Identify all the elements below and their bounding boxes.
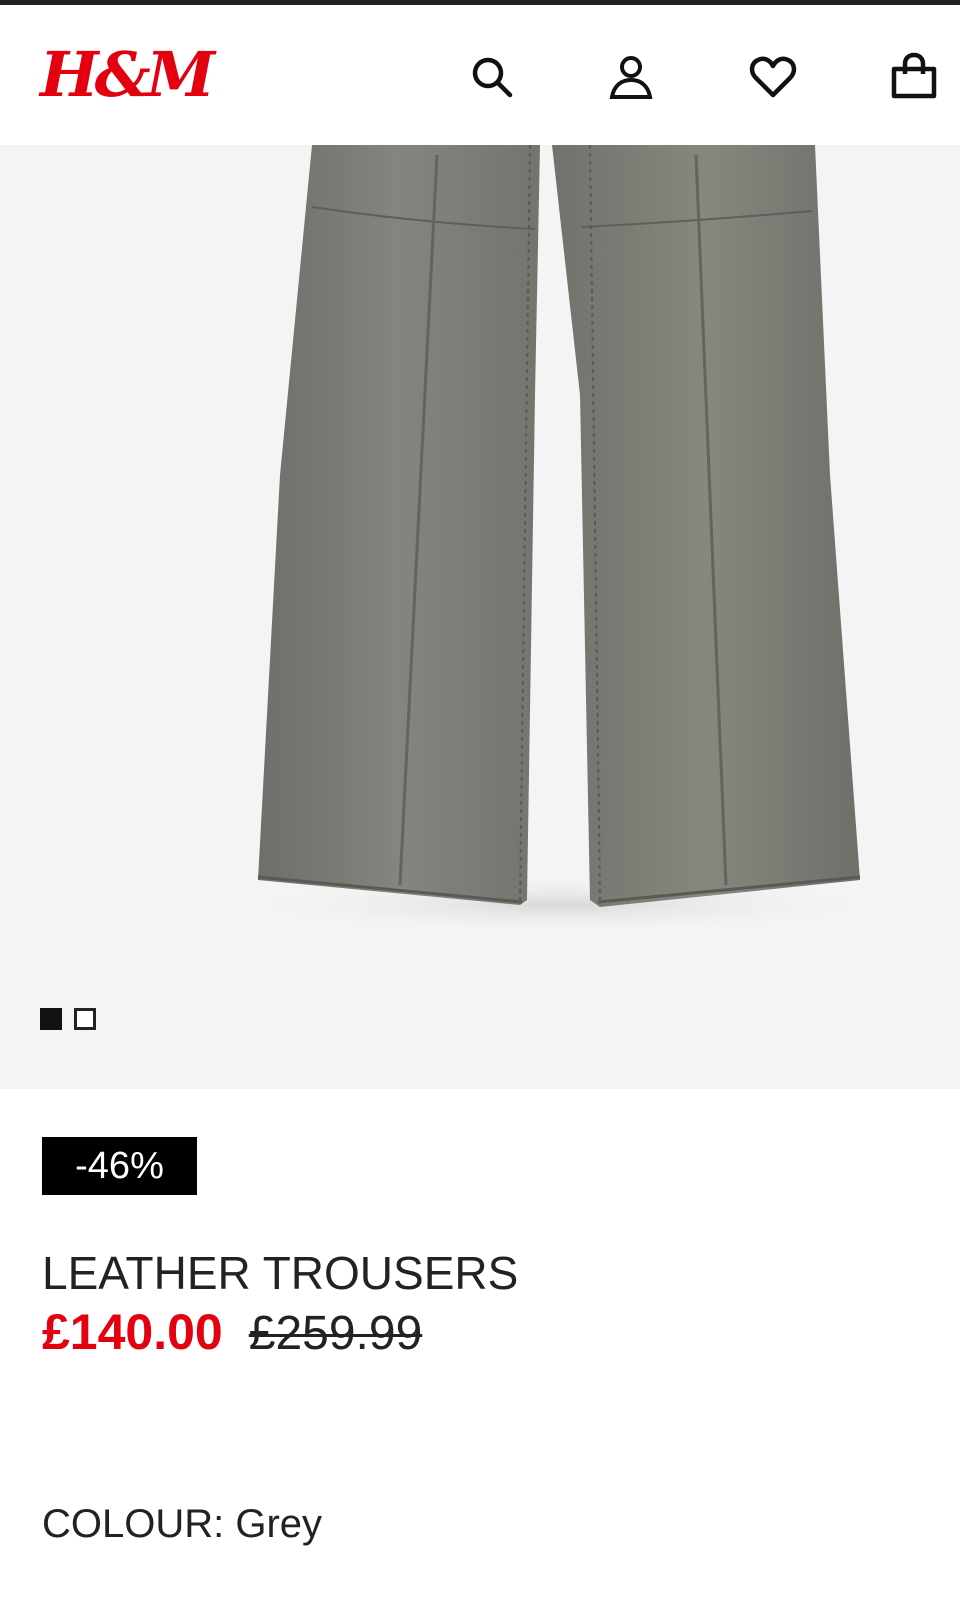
hm-logo[interactable]: H&M <box>40 35 215 115</box>
product-image-gallery[interactable] <box>0 145 960 1089</box>
product-image <box>220 145 900 935</box>
gallery-dot-2[interactable] <box>74 1008 96 1030</box>
site-header: H&M <box>0 5 960 145</box>
gallery-dot-1[interactable] <box>40 1008 62 1030</box>
current-price: £140.00 <box>42 1304 223 1360</box>
account-icon[interactable] <box>601 47 661 107</box>
colour-label: COLOUR: <box>42 1502 225 1546</box>
bag-icon[interactable] <box>884 47 944 107</box>
search-icon[interactable] <box>462 47 522 107</box>
gallery-pagination <box>40 1008 96 1034</box>
colour-selection: COLOUR: Grey <box>42 1502 322 1547</box>
price-row: £140.00 £259.99 <box>42 1303 422 1361</box>
original-price: £259.99 <box>248 1307 423 1360</box>
product-title: LEATHER TROUSERS <box>42 1247 519 1299</box>
colour-value: Grey <box>235 1502 323 1546</box>
discount-badge: -46% <box>42 1137 197 1195</box>
heart-icon[interactable] <box>743 47 803 107</box>
